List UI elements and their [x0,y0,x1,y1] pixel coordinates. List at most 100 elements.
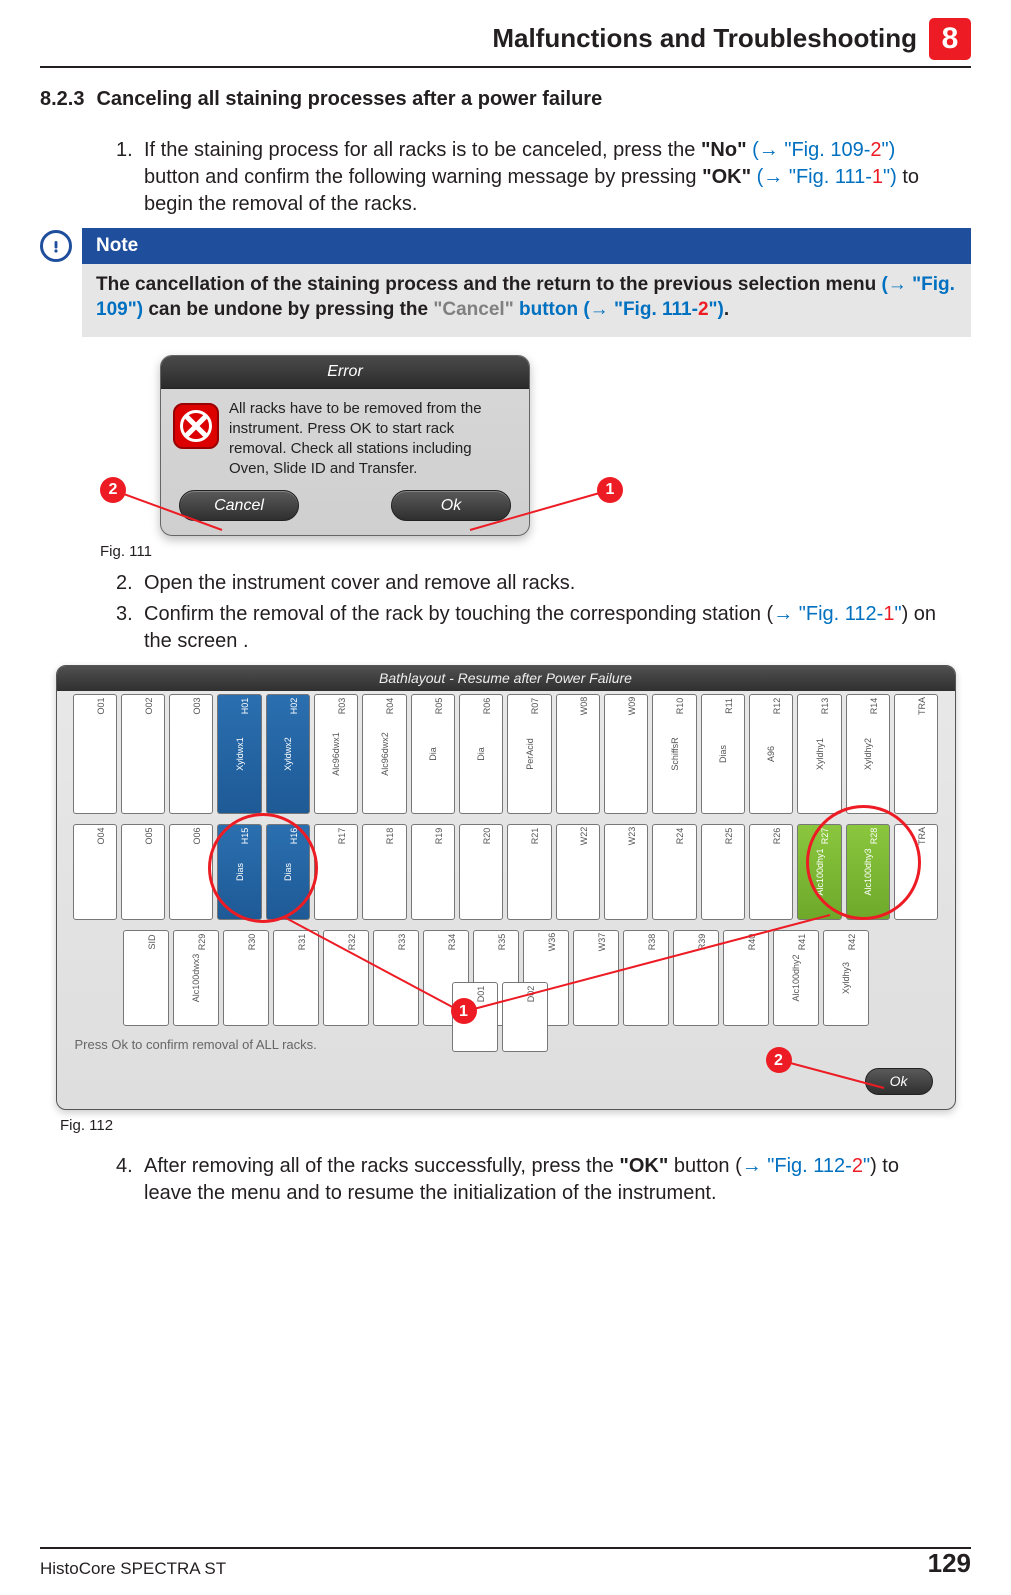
step-1-text-b: button and confirm the following warning… [144,166,702,188]
station-id: R06 [481,694,493,727]
ok-button[interactable]: Ok [391,490,511,522]
station-R11[interactable]: R11 Dias [701,694,745,814]
station-id: H16 [288,824,300,857]
step-1: 1. If the staining process for all racks… [120,137,951,218]
cancel-button[interactable]: Cancel [179,490,299,522]
station-label: Alc96dwx1 [330,733,342,777]
station-label: A96 [765,746,777,762]
station-R28[interactable]: R28Alc100dhy3 [846,824,890,920]
callout-1: 1 [597,477,623,503]
station-label: Dias [234,863,246,881]
station-id: TRA [916,824,928,857]
station-R14[interactable]: R14Xyldhy2 [846,694,890,814]
station-R20[interactable]: R20 [459,824,503,920]
station-R26[interactable]: R26 [749,824,793,920]
station-W37[interactable]: W37 [573,930,619,1026]
station-R27[interactable]: R27Alc100dhy1 [797,824,841,920]
station-label: Dias [282,863,294,881]
station-H15[interactable]: H15Dias [217,824,261,920]
station-R13[interactable]: R13Xyldhy1 [797,694,841,814]
station-R32[interactable]: R32 [323,930,369,1026]
figure-112-area: Bathlayout - Resume after Power Failure … [40,665,971,1136]
product-name: HistoCore SPECTRA ST [40,1558,226,1581]
station-H16[interactable]: H16 Dias [266,824,310,920]
step-3-fig112-link-num: 1 [883,603,894,625]
station-H02[interactable]: H02Xyldwx2 [266,694,310,814]
note-cancel-ref: "Cancel" [433,299,513,320]
station-W08[interactable]: W08 [556,694,600,814]
station-O04[interactable]: O04 [73,824,117,920]
station-O02[interactable]: O02 [121,694,165,814]
step-4-fig112-link-c: " [863,1155,870,1177]
station-id: R31 [296,930,308,964]
station-id: R25 [723,824,735,857]
station-R42[interactable]: R42Xyldhy3 [823,930,869,1026]
station-R40[interactable]: R40 [723,930,769,1026]
step-3-fig112-link-c: " [894,603,901,625]
station-id: R34 [446,930,458,964]
station-label: Alc96dwx2 [379,733,391,777]
station-id: R10 [675,694,687,727]
station-id: O06 [191,824,203,857]
station-R41[interactable]: R41Alc100dhy2 [773,930,819,1026]
station-TRA[interactable]: TRA [894,694,938,814]
page-number: 129 [928,1546,971,1581]
note-fig111-link-c: ") [709,299,724,320]
station-R24[interactable]: R24 [652,824,696,920]
station-R12[interactable]: R12A96 [749,694,793,814]
station-R06[interactable]: R06Dia [459,694,503,814]
station-O05[interactable]: O05 [121,824,165,920]
station-R17[interactable]: R17 [314,824,358,920]
station-H01[interactable]: H01Xyldwx1 [217,694,261,814]
step-1-no-button-ref: "No" [701,139,747,161]
station-R07[interactable]: R07PerAcid [507,694,551,814]
callout-2: 2 [766,1047,792,1073]
station-label: Alc100dhy1 [814,849,826,896]
station-D02[interactable]: D02 [502,982,548,1052]
station-R38[interactable]: R38 [623,930,669,1026]
station-id: R39 [696,930,708,964]
callout-1: 1 [451,998,477,1024]
station-SID[interactable]: SID [123,930,169,1026]
step-4-number: 4. [116,1153,133,1180]
station-R39[interactable]: R39 [673,930,719,1026]
station-R29[interactable]: R29Alc100dwx3 [173,930,219,1026]
station-O06[interactable]: O06 [169,824,213,920]
step-4-text-a: After removing all of the racks successf… [144,1155,619,1177]
station-label: Alc100dwx3 [189,954,201,1003]
station-O01[interactable]: O01 [73,694,117,814]
station-label: Xyldhy3 [839,962,851,994]
station-R19[interactable]: R19 [411,824,455,920]
station-R25[interactable]: R25 [701,824,745,920]
station-id: R14 [868,694,880,727]
station-R05[interactable]: R05Dia [411,694,455,814]
station-W23[interactable]: W23 [604,824,648,920]
station-id: O01 [95,694,107,727]
station-id: R11 [723,694,735,727]
station-R33[interactable]: R33 [373,930,419,1026]
station-R10[interactable]: R10SchiffsR [652,694,696,814]
station-R30[interactable]: R30 [223,930,269,1026]
bath-row-1: O01 O02 O03H01Xyldwx1H02Xyldwx2R03Alc96dwx… [73,694,939,814]
step-3-number: 3. [116,601,133,628]
station-label: Dias [717,745,729,763]
station-O03[interactable]: O03 [169,694,213,814]
station-R21[interactable]: R21 [507,824,551,920]
station-id: R30 [246,930,258,964]
station-id: O02 [143,694,155,727]
chapter-title: Malfunctions and Troubleshooting [492,21,917,56]
bathlayout-ok-button[interactable]: Ok [865,1068,933,1095]
step-list-2: 2. Open the instrument cover and remove … [40,570,971,655]
step-1-fig111-link-a: (→ "Fig. 111- [757,166,872,188]
station-id: R42 [846,930,858,964]
station-W22[interactable]: W22 [556,824,600,920]
station-label: Dia [427,748,439,762]
station-R04[interactable]: R04Alc96dwx2 [362,694,406,814]
station-W09[interactable]: W09 [604,694,648,814]
station-id: W09 [626,694,638,727]
station-TRA[interactable]: TRA [894,824,938,920]
station-label: Xyldhy1 [814,738,826,770]
station-R03[interactable]: R03Alc96dwx1 [314,694,358,814]
station-R31[interactable]: R31 [273,930,319,1026]
station-R18[interactable]: R18 [362,824,406,920]
